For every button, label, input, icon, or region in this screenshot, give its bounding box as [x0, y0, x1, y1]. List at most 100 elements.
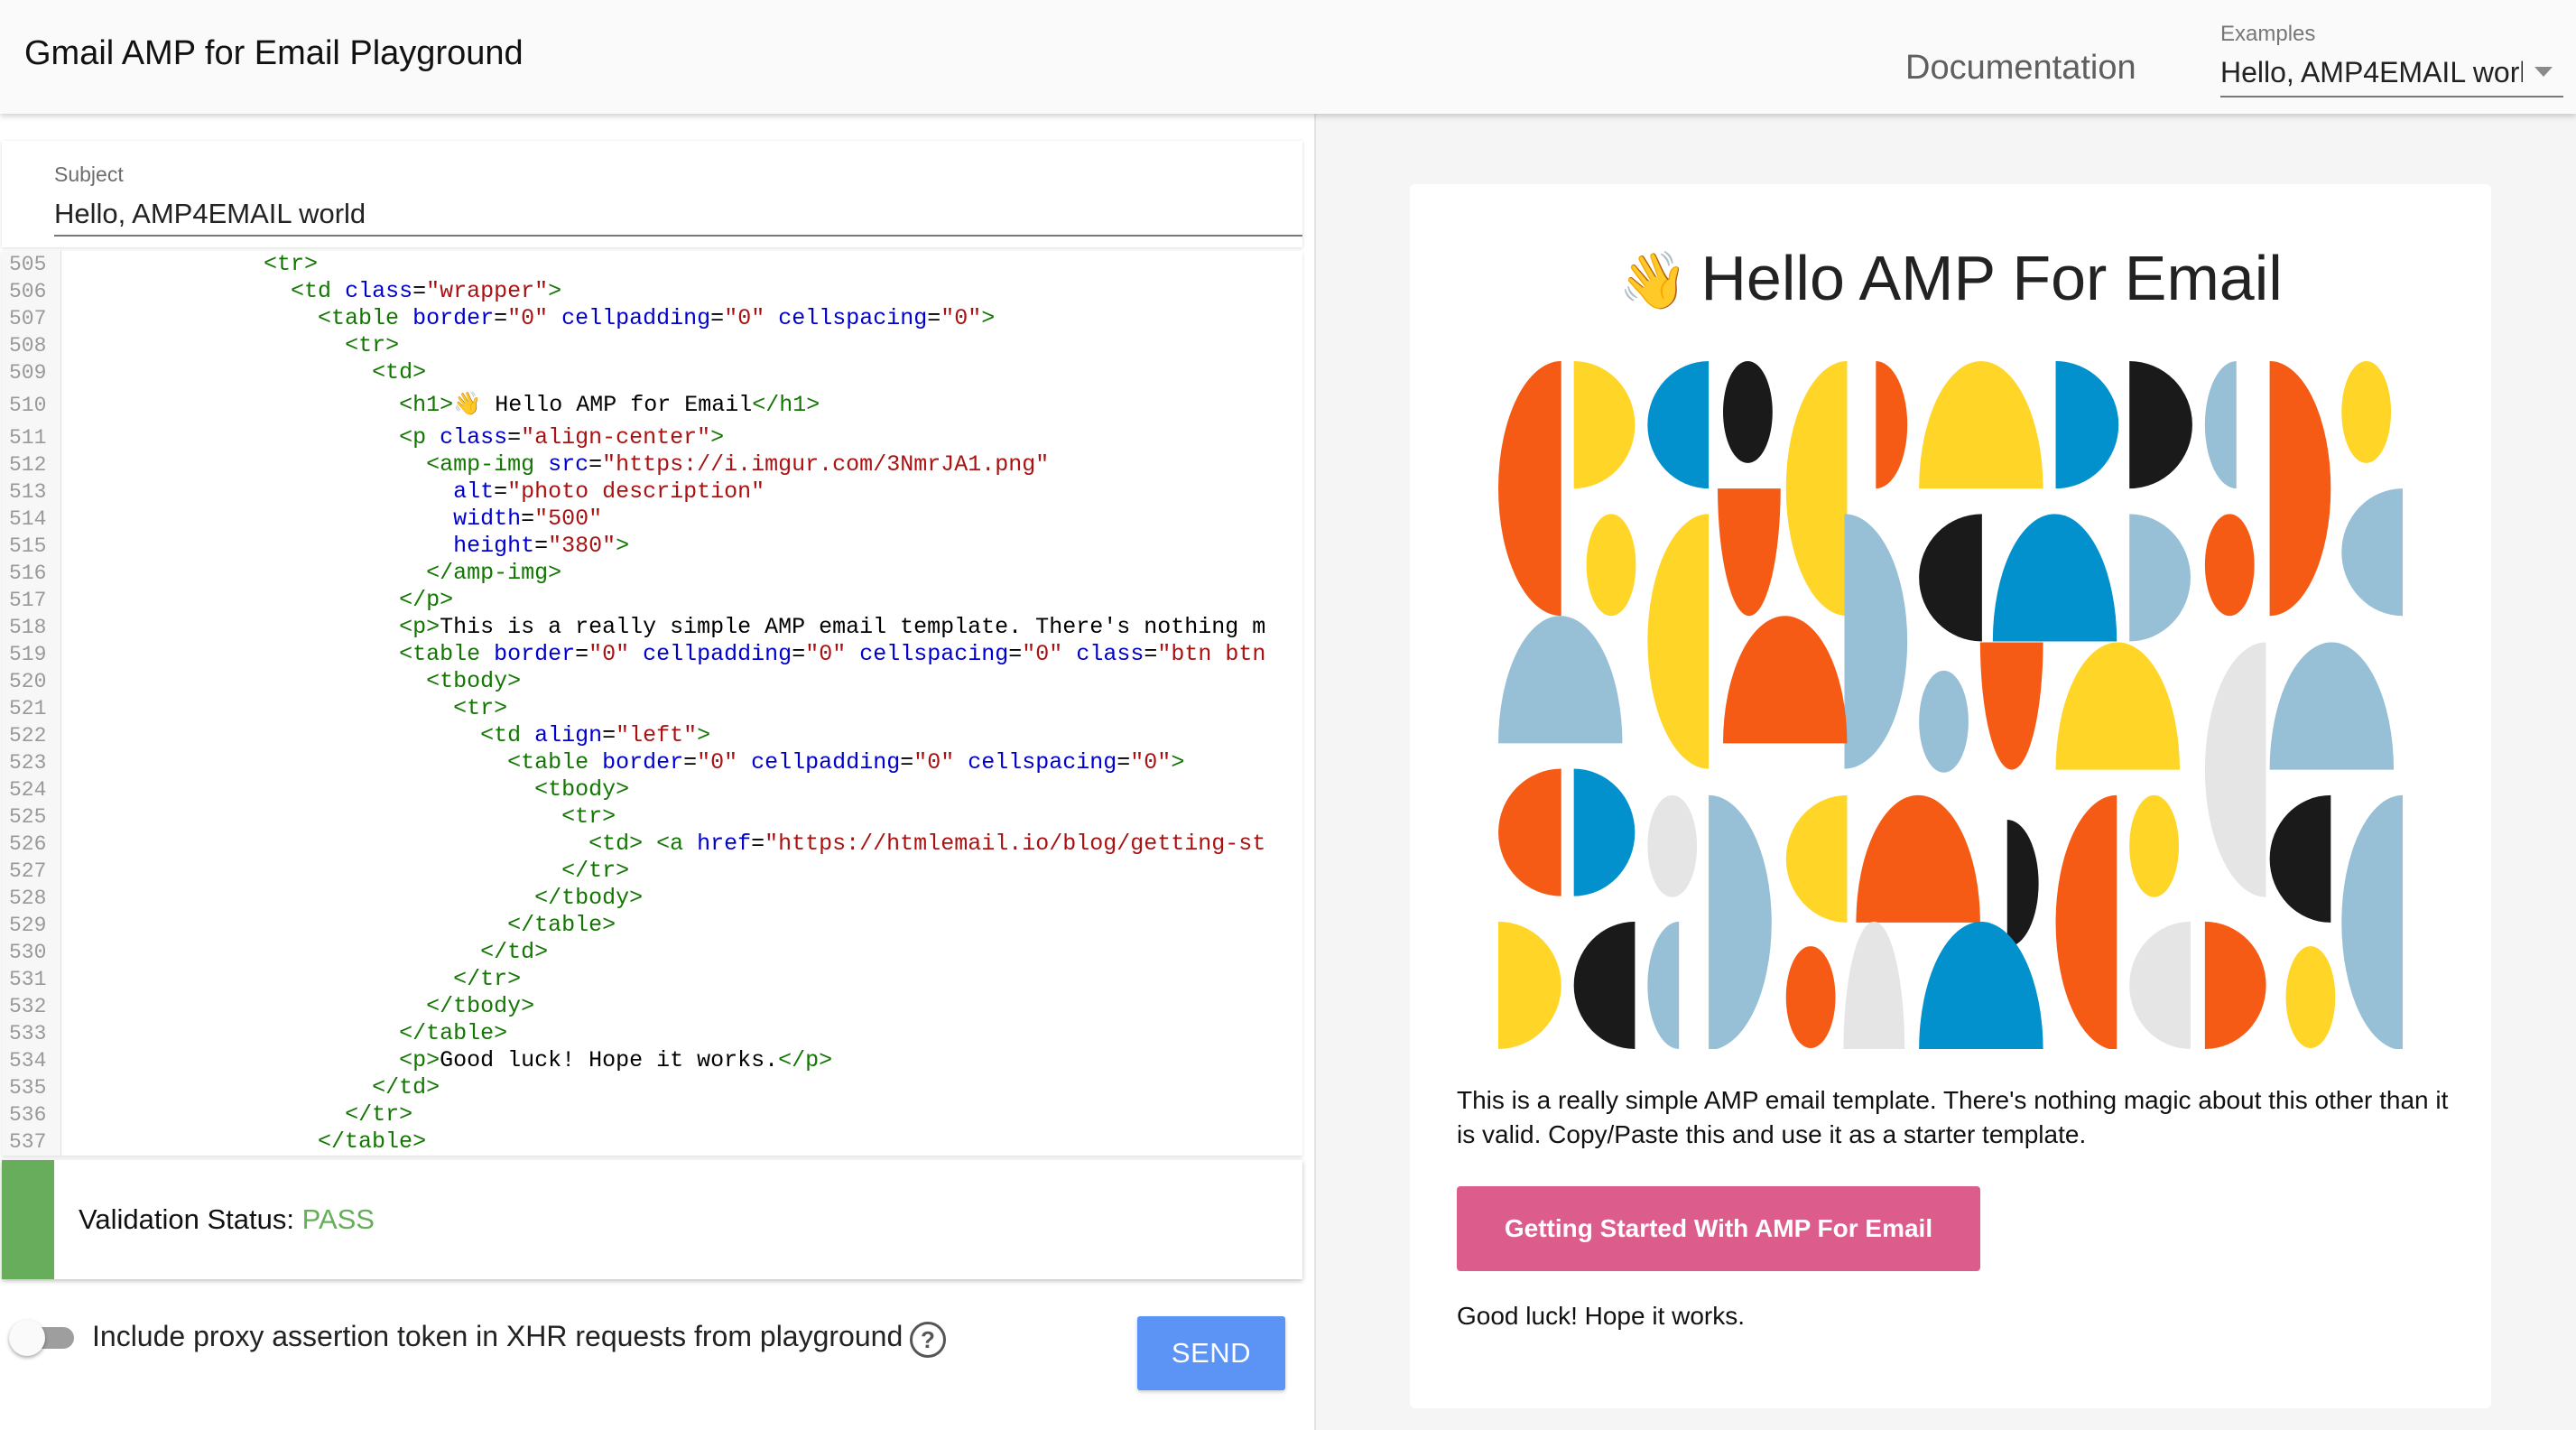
pattern-shape [1498, 616, 1623, 744]
pattern-shape [2129, 794, 2179, 897]
code-text: </amp-img> [426, 560, 562, 586]
line-number: 510 [9, 394, 47, 417]
code-line[interactable]: 530 </td> [2, 939, 1302, 966]
pattern-shape [2269, 794, 2331, 923]
line-number: 509 [9, 361, 47, 385]
pattern-shape [2204, 514, 2255, 617]
line-number: 529 [9, 914, 47, 937]
pattern-shape [2055, 361, 2119, 489]
preview-paragraph: This is a really simple AMP email templa… [1457, 1086, 2449, 1148]
code-line[interactable]: 531 </tr> [2, 966, 1302, 993]
toggle-knob[interactable] [9, 1320, 45, 1356]
help-icon[interactable]: ? [910, 1322, 946, 1358]
code-text: <p>Good luck! Hope it works.</p> [399, 1047, 833, 1073]
code-line[interactable]: 535 </td> [2, 1074, 1302, 1101]
code-text: </td> [480, 939, 549, 965]
code-text: </table> [399, 1020, 508, 1046]
code-line[interactable]: 528 </tbody> [2, 885, 1302, 912]
code-line[interactable]: 505 <tr> [2, 251, 1302, 278]
code-text: <td> <a href="https://htmlemail.io/blog/… [588, 831, 1266, 857]
pattern-shape [2341, 794, 2403, 1049]
line-number: 513 [9, 480, 47, 504]
code-text: <td> [372, 359, 427, 385]
code-text: <tr> [264, 251, 319, 277]
preview-heading: 👋 Hello AMP For Email [1410, 242, 2491, 314]
pattern-shape [1992, 514, 2117, 642]
line-number: 533 [9, 1022, 47, 1045]
code-line[interactable]: 506 <td class="wrapper"> [2, 278, 1302, 305]
code-line[interactable]: 529 </table> [2, 912, 1302, 939]
caret-down-icon[interactable] [2534, 67, 2553, 77]
code-line[interactable]: 536 </tr> [2, 1101, 1302, 1128]
geometric-pattern-image [1498, 361, 2403, 1049]
code-text: <amp-img src="https://i.imgur.com/3NmrJA… [426, 451, 1050, 478]
documentation-link[interactable]: Documentation [1905, 49, 2136, 88]
getting-started-button[interactable]: Getting Started With AMP For Email [1457, 1186, 1980, 1271]
pattern-shape [2341, 361, 2392, 463]
code-line[interactable]: 534 <p>Good luck! Hope it works.</p> [2, 1047, 1302, 1074]
code-text: </tbody> [426, 993, 535, 1019]
code-line[interactable]: 537 </table> [2, 1128, 1302, 1156]
code-line[interactable]: 519 <table border="0" cellpadding="0" ce… [2, 641, 1302, 668]
line-number: 532 [9, 995, 47, 1018]
code-line[interactable]: 513 alt="photo description" [2, 478, 1302, 506]
pattern-shape [1718, 488, 1781, 617]
pattern-shape [1856, 794, 1980, 923]
pattern-shape [2006, 820, 2039, 948]
line-number: 526 [9, 832, 47, 856]
code-line[interactable]: 507 <table border="0" cellpadding="0" ce… [2, 305, 1302, 332]
code-line[interactable]: 515 height="380"> [2, 533, 1302, 560]
code-line[interactable]: 522 <td align="left"> [2, 722, 1302, 749]
line-number: 530 [9, 941, 47, 964]
code-line[interactable]: 532 </tbody> [2, 993, 1302, 1020]
app-title: Gmail AMP for Email Playground [24, 34, 524, 72]
code-line[interactable]: 526 <td> <a href="https://htmlemail.io/b… [2, 831, 1302, 858]
pattern-shape [1785, 361, 1848, 617]
validation-status-bar [2, 1160, 54, 1279]
code-line[interactable]: 521 <tr> [2, 695, 1302, 722]
examples-selected-value[interactable]: Hello, AMP4EMAIL worl [2220, 56, 2523, 89]
line-number: 524 [9, 778, 47, 802]
code-line[interactable]: 512 <amp-img src="https://i.imgur.com/3N… [2, 451, 1302, 478]
code-editor[interactable]: 505 <tr> 506 <td class="wrapper"> 507 <tab… [2, 251, 1302, 1156]
proxy-token-label: Include proxy assertion token in XHR req… [92, 1320, 903, 1352]
pattern-shape [1919, 670, 1969, 773]
app-header: Gmail AMP for Email Playground Documenta… [0, 0, 2576, 114]
code-line[interactable]: 508 <tr> [2, 332, 1302, 359]
code-lines[interactable]: 505 <tr> 506 <td class="wrapper"> 507 <tab… [2, 251, 1302, 1156]
code-line[interactable]: 510 <h1>👋 Hello AMP for Email</h1> [2, 386, 1302, 424]
line-number: 518 [9, 616, 47, 639]
validation-text: Validation Status: PASS [79, 1203, 375, 1236]
send-button[interactable]: SEND [1137, 1316, 1285, 1390]
pattern-shape [1709, 794, 1772, 1049]
code-line[interactable]: 509 <td> [2, 359, 1302, 386]
pattern-shape [2204, 921, 2266, 1049]
pattern-shape [2269, 642, 2395, 770]
code-line[interactable]: 533 </table> [2, 1020, 1302, 1047]
code-line[interactable]: 518 <p>This is a really simple AMP email… [2, 614, 1302, 641]
subject-input[interactable] [54, 193, 1302, 237]
pattern-shape [1498, 921, 1561, 1049]
code-line[interactable]: 525 <tr> [2, 803, 1302, 831]
email-preview-card: 👋 Hello AMP For Email This is a really si… [1410, 184, 2491, 1408]
line-number: 523 [9, 751, 47, 775]
pattern-shape [1647, 514, 1710, 769]
panel-divider[interactable] [1314, 114, 1316, 1430]
code-line[interactable]: 527 </tr> [2, 858, 1302, 885]
code-line[interactable]: 523 <table border="0" cellpadding="0" ce… [2, 749, 1302, 776]
code-line[interactable]: 514 width="500" [2, 506, 1302, 533]
code-text: <td class="wrapper"> [291, 278, 562, 304]
code-line[interactable]: 511 <p class="align-center"> [2, 424, 1302, 451]
line-number: 506 [9, 280, 47, 303]
code-text: <tr> [453, 695, 508, 721]
examples-select[interactable]: Examples Hello, AMP4EMAIL worl [2220, 22, 2563, 98]
pattern-shape [1844, 514, 1908, 769]
code-line[interactable]: 516 </amp-img> [2, 560, 1302, 587]
proxy-token-toggle[interactable] [9, 1320, 76, 1358]
code-line[interactable]: 524 <tbody> [2, 776, 1302, 803]
code-text: <table border="0" cellpadding="0" cellsp… [507, 749, 1185, 775]
line-number: 531 [9, 968, 47, 991]
line-number: 508 [9, 334, 47, 358]
code-line[interactable]: 517 </p> [2, 587, 1302, 614]
code-line[interactable]: 520 <tbody> [2, 668, 1302, 695]
